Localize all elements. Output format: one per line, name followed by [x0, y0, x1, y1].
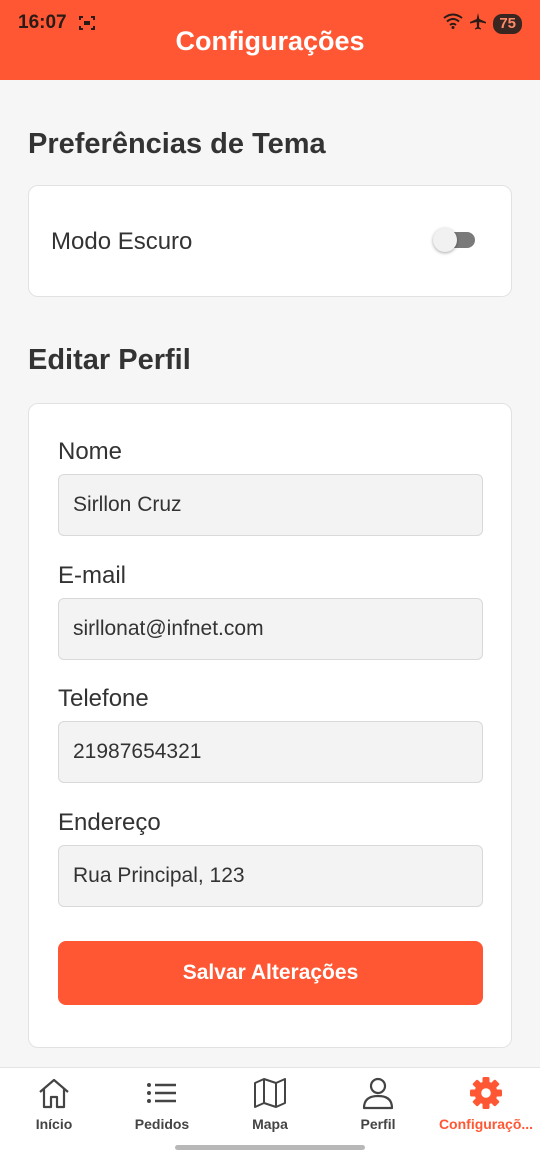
- tab-label: Configuraçõ...: [438, 1116, 534, 1132]
- gear-icon: [432, 1076, 540, 1110]
- profile-card: Nome E-mail Telefone Endereço Salvar Alt…: [28, 403, 512, 1048]
- address-field[interactable]: [58, 845, 483, 907]
- person-icon: [324, 1076, 432, 1110]
- name-label: Nome: [58, 438, 123, 465]
- toggle-thumb: [433, 228, 457, 252]
- page-title: Configurações: [175, 26, 365, 56]
- dark-mode-toggle[interactable]: [433, 228, 475, 252]
- phone-label: Telefone: [58, 685, 149, 712]
- save-button[interactable]: Salvar Alterações: [58, 941, 483, 1005]
- tab-mapa[interactable]: Mapa: [216, 1076, 324, 1146]
- tab-label: Perfil: [360, 1116, 396, 1132]
- list-icon: [108, 1076, 216, 1110]
- dark-mode-label: Modo Escuro: [51, 228, 193, 255]
- theme-card: Modo Escuro: [28, 185, 512, 297]
- address-label: Endereço: [58, 809, 161, 836]
- tab-label: Mapa: [252, 1116, 288, 1132]
- email-field[interactable]: [58, 598, 483, 660]
- tab-configuracoes[interactable]: Configuraçõ...: [432, 1076, 540, 1146]
- email-label: E-mail: [58, 562, 127, 589]
- home-icon: [0, 1076, 108, 1110]
- phone-field[interactable]: [58, 721, 483, 783]
- tab-pedidos[interactable]: Pedidos: [108, 1076, 216, 1146]
- home-indicator: [175, 1145, 365, 1150]
- tab-label: Início: [35, 1116, 73, 1132]
- tab-perfil[interactable]: Perfil: [324, 1076, 432, 1146]
- app-header: 16:07 75 Configurações: [0, 0, 540, 80]
- profile-section-title: Editar Perfil: [28, 344, 191, 376]
- tab-label: Pedidos: [134, 1116, 190, 1132]
- tab-inicio[interactable]: Início: [0, 1076, 108, 1146]
- theme-section-title: Preferências de Tema: [28, 128, 326, 160]
- name-field[interactable]: [58, 474, 483, 536]
- map-icon: [216, 1076, 324, 1110]
